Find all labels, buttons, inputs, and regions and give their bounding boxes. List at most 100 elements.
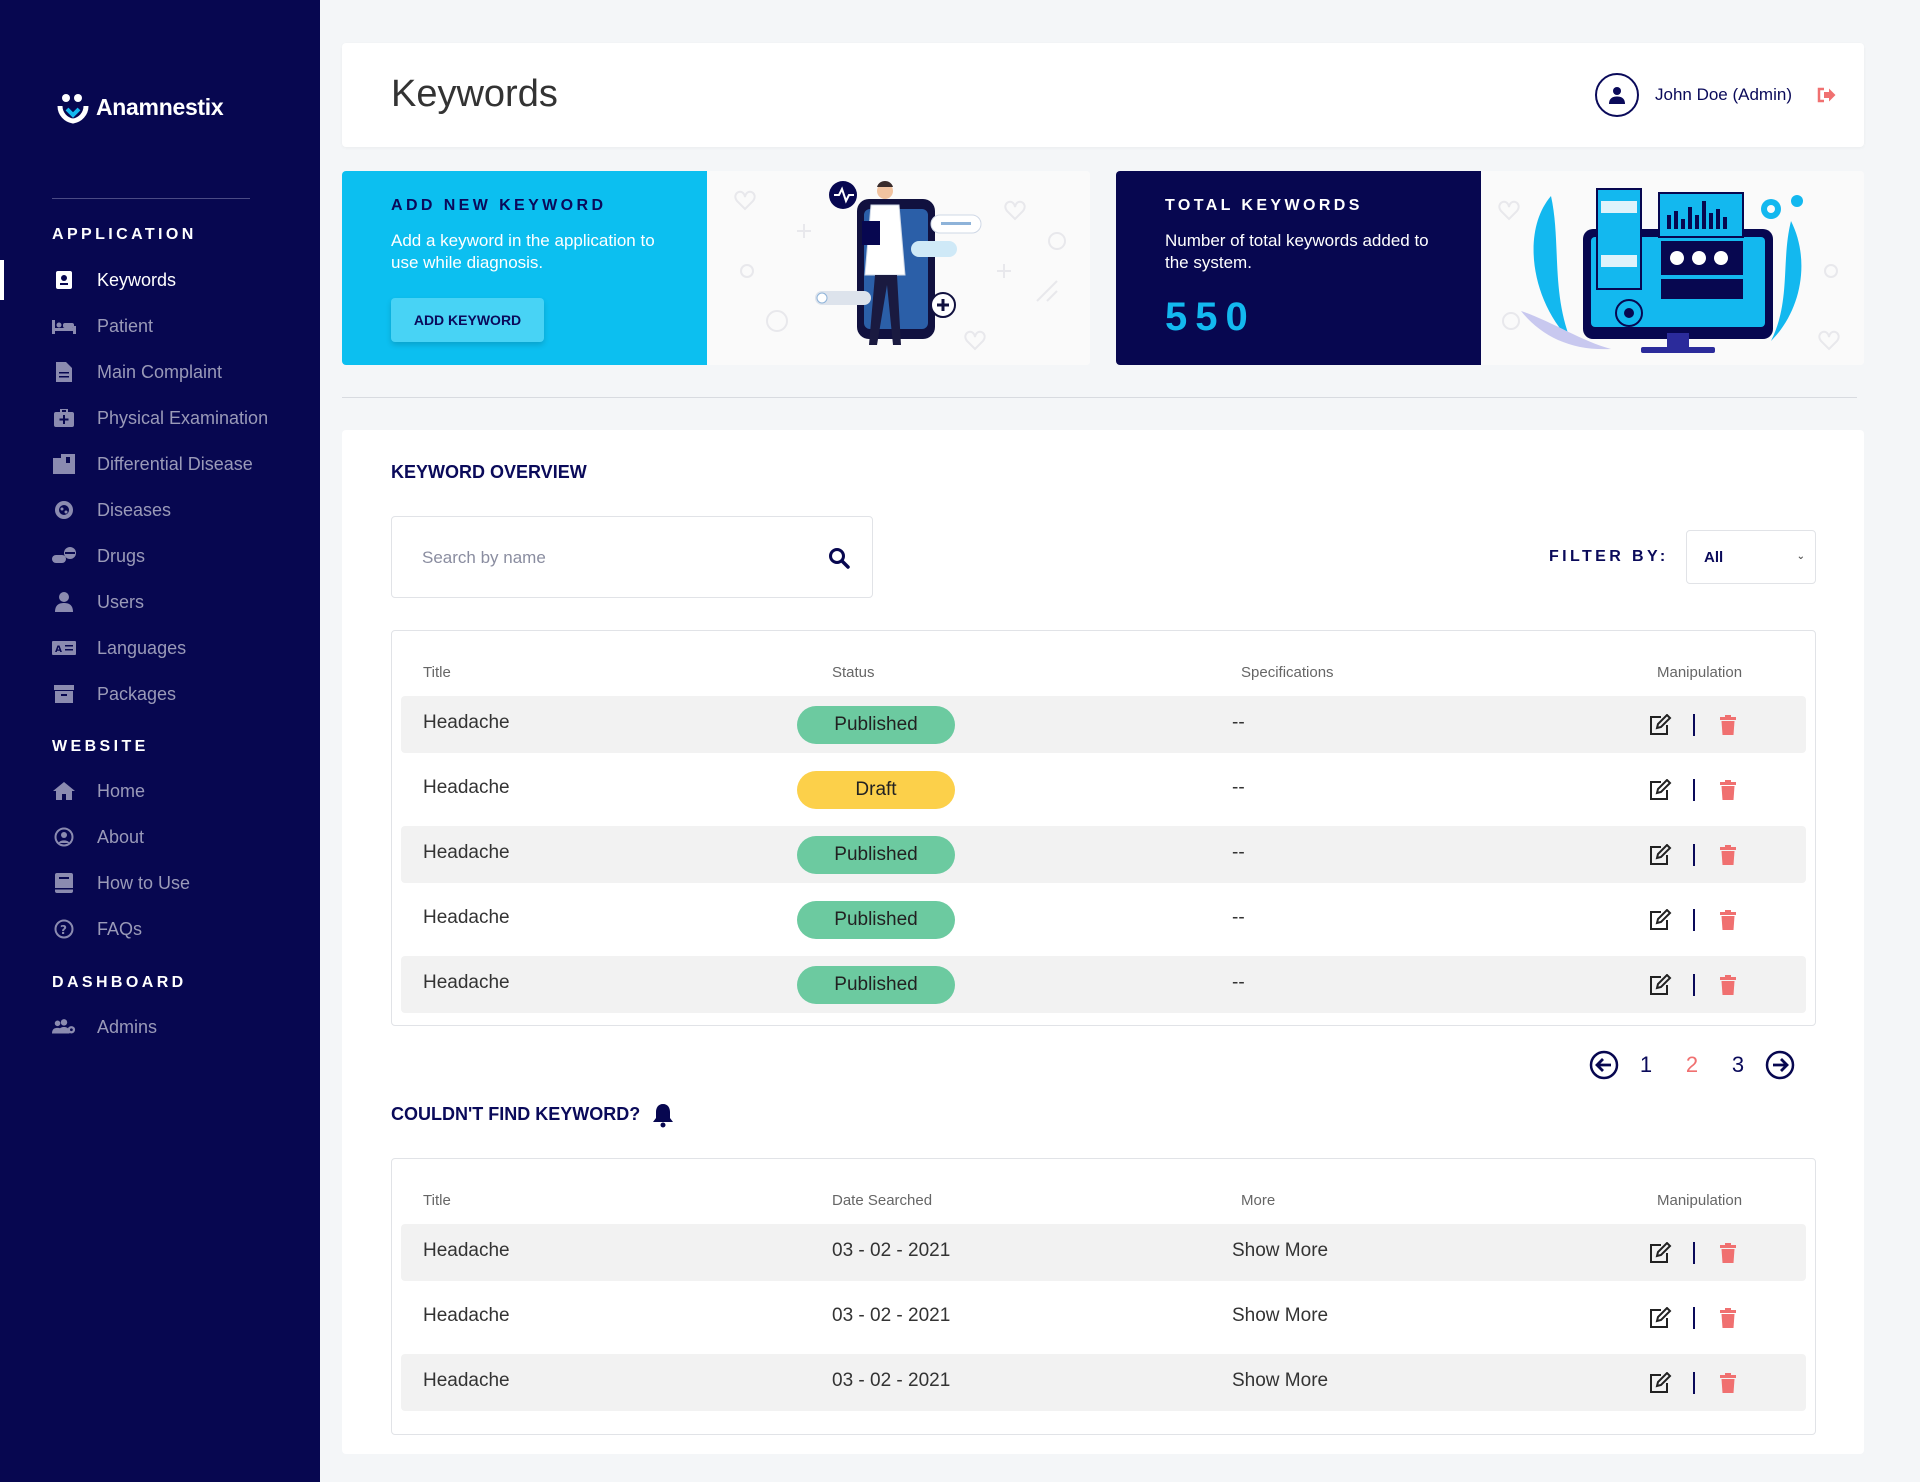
page-title: Keywords bbox=[391, 73, 558, 115]
edit-icon[interactable] bbox=[1647, 1240, 1673, 1266]
sidebar-item-differential-disease[interactable]: Differential Disease bbox=[0, 444, 320, 484]
edit-icon[interactable] bbox=[1647, 1305, 1673, 1331]
column-header-title: Title bbox=[423, 664, 451, 681]
sidebar-item-main-complaint[interactable]: Main Complaint bbox=[0, 352, 320, 392]
actions-separator bbox=[1693, 1242, 1695, 1264]
actions-separator bbox=[1693, 1372, 1695, 1394]
trash-icon[interactable] bbox=[1717, 1306, 1739, 1330]
brand-logo[interactable]: Anamnestix bbox=[56, 90, 224, 124]
edit-icon[interactable] bbox=[1647, 777, 1673, 803]
sidebar-item-languages[interactable]: A Languages bbox=[0, 628, 320, 668]
total-keywords-description: Number of total keywords added to the sy… bbox=[1165, 231, 1429, 272]
svg-text:A: A bbox=[55, 645, 62, 655]
row-title: Headache bbox=[423, 1305, 510, 1326]
table-row: Headache Published -- bbox=[401, 826, 1806, 883]
book-icon bbox=[52, 871, 76, 895]
trash-icon[interactable] bbox=[1717, 778, 1739, 802]
user-icon bbox=[1608, 87, 1625, 104]
sidebar-item-patient[interactable]: Patient bbox=[0, 306, 320, 346]
sidebar-item-diseases[interactable]: Diseases bbox=[0, 490, 320, 530]
sidebar-item-faqs[interactable]: ? FAQs bbox=[0, 909, 320, 949]
next-page-icon[interactable] bbox=[1765, 1050, 1795, 1080]
row-date-searched: 03 - 02 - 2021 bbox=[832, 1305, 951, 1326]
search-input[interactable] bbox=[422, 545, 802, 571]
sidebar-item-packages[interactable]: Packages bbox=[0, 674, 320, 714]
sidebar-item-label: FAQs bbox=[97, 918, 143, 939]
sidebar-item-how-to-use[interactable]: How to Use bbox=[0, 863, 320, 903]
trash-icon[interactable] bbox=[1717, 908, 1739, 932]
sidebar-item-about[interactable]: About bbox=[0, 817, 320, 857]
sidebar-divider bbox=[52, 198, 250, 199]
edit-icon[interactable] bbox=[1647, 712, 1673, 738]
sidebar-item-label: Differential Disease bbox=[97, 453, 253, 474]
row-specifications: -- bbox=[1232, 777, 1245, 798]
column-header-date-searched: Date Searched bbox=[832, 1192, 933, 1209]
pills-icon bbox=[52, 544, 76, 568]
avatar[interactable] bbox=[1594, 73, 1639, 117]
row-title: Headache bbox=[423, 972, 510, 993]
user-icon bbox=[52, 590, 76, 614]
show-more-link[interactable]: Show More bbox=[1232, 1240, 1328, 1262]
total-keywords-value: 550 bbox=[1165, 295, 1256, 339]
filter-label: FILTER BY: bbox=[1549, 548, 1669, 565]
sidebar-item-keywords[interactable]: Keywords bbox=[0, 260, 320, 300]
edit-icon[interactable] bbox=[1647, 842, 1673, 868]
sidebar-item-drugs[interactable]: Drugs bbox=[0, 536, 320, 576]
trash-icon[interactable] bbox=[1717, 973, 1739, 997]
show-more-link[interactable]: Show More bbox=[1232, 1305, 1328, 1327]
table-row: Headache Draft -- bbox=[401, 761, 1806, 818]
dashboard-illustration bbox=[1481, 171, 1864, 365]
logout-icon[interactable] bbox=[1816, 87, 1836, 103]
sidebar-item-physical-examination[interactable]: Physical Examination bbox=[0, 398, 320, 438]
chevron-down-icon: ⌄ bbox=[1796, 551, 1805, 562]
row-specifications: -- bbox=[1232, 907, 1245, 928]
user-name: John Doe (Admin) bbox=[1654, 85, 1792, 104]
keyword-icon bbox=[52, 268, 76, 292]
user-menu[interactable]: John Doe (Admin) bbox=[1594, 73, 1836, 117]
box-icon bbox=[52, 682, 76, 706]
row-title: Headache bbox=[423, 1370, 510, 1391]
page-3-link[interactable]: 3 bbox=[1731, 1052, 1745, 1078]
pagination: 1 2 3 bbox=[1589, 1050, 1795, 1080]
edit-icon[interactable] bbox=[1647, 907, 1673, 933]
sidebar-item-label: Users bbox=[97, 591, 145, 612]
row-actions bbox=[1647, 1240, 1739, 1266]
row-actions bbox=[1647, 1305, 1739, 1331]
search-icon[interactable] bbox=[828, 547, 850, 569]
filter-select[interactable]: All ⌄ bbox=[1686, 530, 1816, 584]
page-1-link[interactable]: 1 bbox=[1639, 1052, 1653, 1078]
add-keyword-button[interactable]: ADD KEYWORD bbox=[391, 298, 544, 342]
briefcase-medical-icon bbox=[52, 406, 76, 430]
section-dashboard: DASHBOARD bbox=[52, 974, 187, 991]
virus-icon bbox=[52, 498, 76, 522]
page-2-link[interactable]: 2 bbox=[1685, 1052, 1699, 1078]
sidebar-item-label: About bbox=[97, 826, 145, 847]
sidebar-item-home[interactable]: Home bbox=[0, 771, 320, 811]
trash-icon[interactable] bbox=[1717, 1371, 1739, 1395]
row-specifications: -- bbox=[1232, 712, 1245, 733]
sidebar-item-admins[interactable]: Admins bbox=[0, 1007, 320, 1047]
sidebar-item-users[interactable]: Users bbox=[0, 582, 320, 622]
edit-icon[interactable] bbox=[1647, 972, 1673, 998]
bell-icon[interactable] bbox=[651, 1102, 675, 1128]
section-application: APPLICATION bbox=[52, 226, 197, 243]
sidebar-item-label: Drugs bbox=[97, 545, 146, 566]
show-more-link[interactable]: Show More bbox=[1232, 1370, 1328, 1392]
actions-separator bbox=[1693, 714, 1695, 736]
row-title: Headache bbox=[423, 842, 510, 863]
sidebar-item-label: Admins bbox=[97, 1016, 158, 1037]
previous-page-icon[interactable] bbox=[1589, 1050, 1619, 1080]
trash-icon[interactable] bbox=[1717, 843, 1739, 867]
trash-icon[interactable] bbox=[1717, 1241, 1739, 1265]
missing-keyword-table: Title Date Searched More Manipulation He… bbox=[391, 1158, 1816, 1435]
edit-icon[interactable] bbox=[1647, 1370, 1673, 1396]
row-actions bbox=[1647, 907, 1739, 933]
users-gear-icon bbox=[52, 1015, 76, 1039]
trash-icon[interactable] bbox=[1717, 713, 1739, 737]
column-header-status: Status bbox=[832, 664, 875, 681]
hospital-icon bbox=[52, 452, 76, 476]
status-badge: Published bbox=[797, 966, 955, 1004]
search-box bbox=[391, 516, 873, 598]
sidebar-item-label: Languages bbox=[97, 637, 187, 658]
actions-separator bbox=[1693, 974, 1695, 996]
